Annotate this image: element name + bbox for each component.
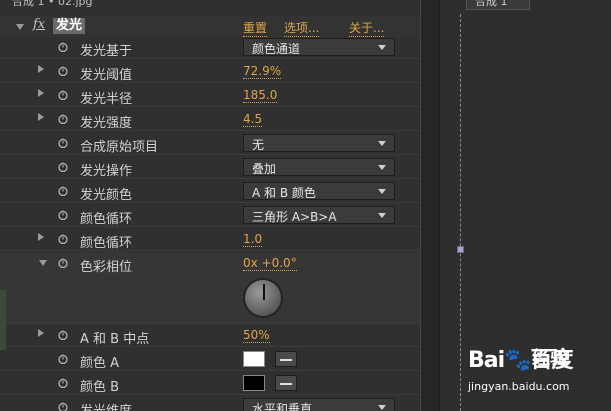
expand-triangle-icon[interactable] xyxy=(38,65,44,73)
chevron-down-icon xyxy=(378,165,386,170)
glow-intensity-value[interactable]: 4.5 xyxy=(243,112,263,127)
property-label: 颜色循环 xyxy=(80,236,133,251)
dropdown-value: 颜色通道 xyxy=(252,42,301,56)
effect-header[interactable]: fx 发光 重置 选项... 关于... xyxy=(0,16,420,38)
stopwatch-icon[interactable] xyxy=(58,402,68,411)
stopwatch-icon[interactable] xyxy=(58,354,68,364)
effect-name[interactable]: 发光 xyxy=(53,18,86,34)
stopwatch-icon[interactable] xyxy=(58,138,68,148)
property-label: 发光阈值 xyxy=(80,68,133,83)
dropdown-value: A 和 B 颜色 xyxy=(252,186,316,200)
property-label: 颜色 A xyxy=(80,356,120,371)
tab-composition[interactable]: 合成 1 xyxy=(466,0,530,10)
color-phase-value[interactable]: 0x +0.0° xyxy=(243,256,297,271)
property-label: 发光半径 xyxy=(80,92,133,107)
eyedropper-icon[interactable] xyxy=(275,351,297,367)
stopwatch-icon[interactable] xyxy=(58,186,68,196)
stopwatch-icon[interactable] xyxy=(58,66,68,76)
expand-triangle-icon[interactable] xyxy=(38,113,44,121)
property-label: 发光基于 xyxy=(80,44,133,59)
property-row-glow-operation: 发光操作 叠加 xyxy=(0,156,420,179)
dropdown-value: 水平和垂直 xyxy=(252,402,313,411)
expand-triangle-icon[interactable] xyxy=(38,329,44,337)
panel-edge-handle[interactable] xyxy=(0,290,6,350)
property-row-glow-dimensions: 发光维度 水平和垂直 xyxy=(0,396,420,411)
reset-link[interactable]: 重置 xyxy=(243,19,268,37)
stopwatch-icon[interactable] xyxy=(58,210,68,220)
glow-colors-dropdown[interactable]: A 和 B 颜色 xyxy=(243,182,395,200)
fx-icon[interactable]: fx xyxy=(33,17,45,32)
stopwatch-icon[interactable] xyxy=(58,162,68,172)
glow-based-on-dropdown[interactable]: 颜色通道 xyxy=(243,38,395,56)
stopwatch-icon[interactable] xyxy=(58,90,68,100)
expand-triangle-icon[interactable] xyxy=(38,233,44,241)
property-row-glow-radius: 发光半径 185.0 xyxy=(0,84,420,107)
stopwatch-icon[interactable] xyxy=(58,42,68,52)
property-row-color-looping: 颜色循环 三角形 A>B>A xyxy=(0,204,420,227)
ab-midpoint-value[interactable]: 50% xyxy=(243,328,270,343)
property-row-glow-colors: 发光颜色 A 和 B 颜色 xyxy=(0,180,420,203)
time-indicator-line[interactable] xyxy=(460,14,461,411)
color-b-swatch[interactable] xyxy=(243,375,265,391)
chevron-down-icon xyxy=(378,213,386,218)
property-label: 发光维度 xyxy=(80,400,132,411)
property-label: 颜色循环 xyxy=(80,212,133,227)
effect-controls-panel: 合成 1 • 02.jpg fx 发光 重置 选项... 关于... 发光基于 … xyxy=(0,0,420,411)
property-label: 色彩相位 xyxy=(80,260,133,275)
chevron-down-icon xyxy=(378,141,386,146)
stopwatch-icon[interactable] xyxy=(58,378,68,388)
chevron-down-icon xyxy=(378,405,386,410)
collapse-triangle-icon[interactable] xyxy=(39,260,47,266)
watermark: Bai🐾百度 经验 jingyan.baidu.com xyxy=(468,342,608,402)
chevron-down-icon xyxy=(378,45,386,50)
property-row-color-a: 颜色 A xyxy=(0,348,420,371)
stopwatch-icon[interactable] xyxy=(58,330,68,340)
property-label: 发光操作 xyxy=(80,164,133,179)
stopwatch-icon[interactable] xyxy=(58,114,68,124)
property-row-color-phase: 色彩相位 0x +0.0° xyxy=(0,252,420,324)
keyframe-marker[interactable] xyxy=(457,246,464,253)
dropdown-value: 叠加 xyxy=(252,162,277,176)
panel-splitter[interactable] xyxy=(420,0,440,411)
collapse-triangle-icon[interactable] xyxy=(16,24,24,30)
dropdown-value: 三角形 A>B>A xyxy=(252,210,337,224)
property-label: 发光强度 xyxy=(80,116,133,131)
expand-triangle-icon[interactable] xyxy=(38,89,44,97)
property-row-color-loops: 颜色循环 1.0 xyxy=(0,228,420,251)
watermark-url: jingyan.baidu.com xyxy=(468,380,570,393)
glow-threshold-value[interactable]: 72.9% xyxy=(243,64,282,79)
color-a-swatch[interactable] xyxy=(243,351,265,367)
property-row-glow-intensity: 发光强度 4.5 xyxy=(0,108,420,131)
property-row-glow-based-on: 发光基于 颜色通道 xyxy=(0,36,420,59)
property-label: 发光颜色 xyxy=(80,188,133,203)
about-link[interactable]: 关于... xyxy=(349,19,385,37)
property-label: A 和 B 中点 xyxy=(80,332,150,347)
color-looping-dropdown[interactable]: 三角形 A>B>A xyxy=(243,206,395,224)
panel-title: 合成 1 • 02.jpg xyxy=(12,0,93,8)
dropdown-value: 无 xyxy=(252,138,265,152)
stopwatch-icon[interactable] xyxy=(58,258,68,268)
watermark-title: 经验 xyxy=(532,348,568,369)
eyedropper-icon[interactable] xyxy=(275,375,297,391)
property-row-color-b: 颜色 B xyxy=(0,372,420,395)
property-row-ab-midpoint: A 和 B 中点 50% xyxy=(0,324,420,347)
color-phase-angle-dial[interactable] xyxy=(243,278,283,318)
property-row-glow-threshold: 发光阈值 72.9% xyxy=(0,60,420,83)
property-label: 颜色 B xyxy=(80,380,120,395)
property-row-composite-original: 合成原始项目 无 xyxy=(0,132,420,155)
composite-original-dropdown[interactable]: 无 xyxy=(243,134,395,152)
options-link[interactable]: 选项... xyxy=(284,19,320,37)
stopwatch-icon[interactable] xyxy=(58,234,68,244)
chevron-down-icon xyxy=(378,189,386,194)
glow-dimensions-dropdown[interactable]: 水平和垂直 xyxy=(243,398,395,411)
dial-needle xyxy=(263,284,265,300)
property-label: 合成原始项目 xyxy=(80,140,159,155)
color-loops-value[interactable]: 1.0 xyxy=(243,232,263,247)
glow-operation-dropdown[interactable]: 叠加 xyxy=(243,158,395,176)
glow-radius-value[interactable]: 185.0 xyxy=(243,88,278,103)
